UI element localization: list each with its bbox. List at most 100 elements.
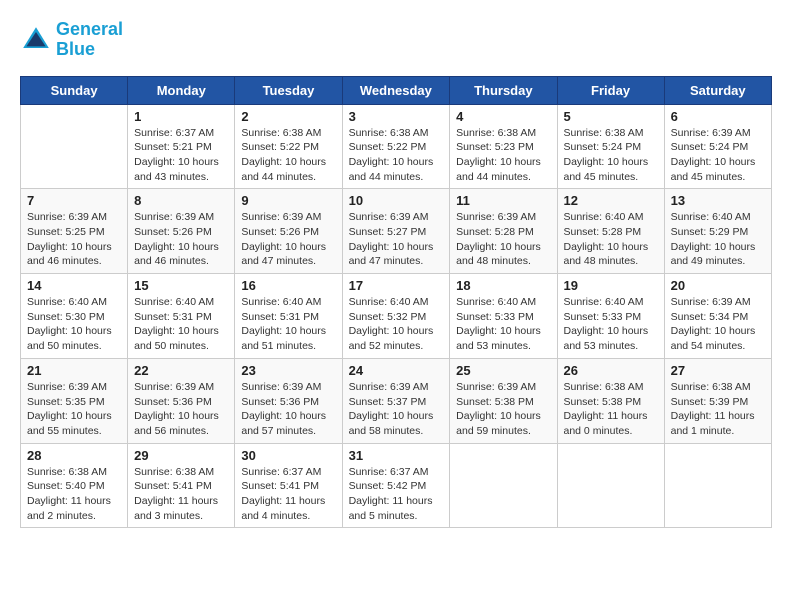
sunset-value: 5:39 PM (709, 396, 748, 408)
day-number: 25 (456, 363, 550, 378)
daylight-label: Daylight: (134, 156, 178, 168)
sunrise-label: Sunrise: (27, 466, 68, 478)
calendar-cell: 12 Sunrise: 6:40 AM Sunset: 5:28 PM Dayl… (557, 189, 664, 274)
sunset-value: 5:34 PM (709, 311, 748, 323)
calendar-cell: 17 Sunrise: 6:40 AM Sunset: 5:32 PM Dayl… (342, 274, 450, 359)
header-cell-tuesday: Tuesday (235, 76, 342, 104)
sunset-value: 5:42 PM (387, 480, 426, 492)
daylight-label: Daylight: (456, 241, 500, 253)
sunset-label: Sunset: (456, 396, 495, 408)
calendar-row: 28 Sunrise: 6:38 AM Sunset: 5:40 PM Dayl… (21, 443, 772, 528)
sunset-value: 5:33 PM (602, 311, 641, 323)
sunrise-value: 6:40 AM (605, 296, 644, 308)
sunset-value: 5:23 PM (495, 141, 534, 153)
sunset-value: 5:21 PM (173, 141, 212, 153)
header-cell-thursday: Thursday (450, 76, 557, 104)
day-info: Sunrise: 6:40 AM Sunset: 5:31 PM Dayligh… (134, 295, 228, 354)
sunset-label: Sunset: (241, 226, 280, 238)
calendar-cell: 25 Sunrise: 6:39 AM Sunset: 5:38 PM Dayl… (450, 358, 557, 443)
sunrise-label: Sunrise: (241, 296, 282, 308)
calendar-cell: 5 Sunrise: 6:38 AM Sunset: 5:24 PM Dayli… (557, 104, 664, 189)
calendar-cell: 28 Sunrise: 6:38 AM Sunset: 5:40 PM Dayl… (21, 443, 128, 528)
sunrise-value: 6:40 AM (605, 211, 644, 223)
calendar-cell: 13 Sunrise: 6:40 AM Sunset: 5:29 PM Dayl… (664, 189, 771, 274)
sunset-value: 5:29 PM (709, 226, 748, 238)
daylight-label: Daylight: (671, 325, 715, 337)
sunrise-value: 6:39 AM (498, 211, 537, 223)
daylight-label: Daylight: (241, 325, 285, 337)
sunrise-value: 6:38 AM (176, 466, 215, 478)
sunrise-label: Sunrise: (671, 381, 712, 393)
sunrise-value: 6:40 AM (68, 296, 107, 308)
daylight-label: Daylight: (456, 156, 500, 168)
sunset-value: 5:27 PM (387, 226, 426, 238)
calendar-cell: 14 Sunrise: 6:40 AM Sunset: 5:30 PM Dayl… (21, 274, 128, 359)
sunset-value: 5:26 PM (280, 226, 319, 238)
day-info: Sunrise: 6:38 AM Sunset: 5:22 PM Dayligh… (349, 126, 444, 185)
sunset-label: Sunset: (564, 311, 603, 323)
calendar-header: SundayMondayTuesdayWednesdayThursdayFrid… (21, 76, 772, 104)
calendar-cell (450, 443, 557, 528)
sunrise-label: Sunrise: (456, 211, 497, 223)
daylight-label: Daylight: (349, 241, 393, 253)
day-info: Sunrise: 6:39 AM Sunset: 5:25 PM Dayligh… (27, 210, 121, 269)
sunrise-value: 6:39 AM (498, 381, 537, 393)
day-number: 30 (241, 448, 335, 463)
day-number: 10 (349, 193, 444, 208)
day-number: 18 (456, 278, 550, 293)
sunset-label: Sunset: (456, 141, 495, 153)
day-number: 31 (349, 448, 444, 463)
sunset-value: 5:37 PM (387, 396, 426, 408)
calendar-cell: 4 Sunrise: 6:38 AM Sunset: 5:23 PM Dayli… (450, 104, 557, 189)
day-info: Sunrise: 6:39 AM Sunset: 5:35 PM Dayligh… (27, 380, 121, 439)
sunrise-label: Sunrise: (134, 211, 175, 223)
day-number: 8 (134, 193, 228, 208)
calendar-row: 21 Sunrise: 6:39 AM Sunset: 5:35 PM Dayl… (21, 358, 772, 443)
sunrise-label: Sunrise: (134, 381, 175, 393)
daylight-label: Daylight: (349, 410, 393, 422)
sunrise-value: 6:38 AM (605, 127, 644, 139)
calendar-cell: 27 Sunrise: 6:38 AM Sunset: 5:39 PM Dayl… (664, 358, 771, 443)
header-row: SundayMondayTuesdayWednesdayThursdayFrid… (21, 76, 772, 104)
sunrise-label: Sunrise: (671, 296, 712, 308)
day-number: 21 (27, 363, 121, 378)
day-number: 28 (27, 448, 121, 463)
day-number: 2 (241, 109, 335, 124)
day-info: Sunrise: 6:39 AM Sunset: 5:27 PM Dayligh… (349, 210, 444, 269)
day-number: 13 (671, 193, 765, 208)
calendar-cell: 3 Sunrise: 6:38 AM Sunset: 5:22 PM Dayli… (342, 104, 450, 189)
day-info: Sunrise: 6:40 AM Sunset: 5:31 PM Dayligh… (241, 295, 335, 354)
sunset-value: 5:38 PM (495, 396, 534, 408)
sunset-label: Sunset: (134, 396, 173, 408)
sunrise-value: 6:39 AM (68, 211, 107, 223)
day-number: 6 (671, 109, 765, 124)
daylight-label: Daylight: (671, 241, 715, 253)
calendar-cell: 6 Sunrise: 6:39 AM Sunset: 5:24 PM Dayli… (664, 104, 771, 189)
day-info: Sunrise: 6:39 AM Sunset: 5:37 PM Dayligh… (349, 380, 444, 439)
sunset-label: Sunset: (241, 141, 280, 153)
sunrise-value: 6:40 AM (176, 296, 215, 308)
sunrise-value: 6:38 AM (712, 381, 751, 393)
sunrise-label: Sunrise: (456, 127, 497, 139)
calendar-cell: 8 Sunrise: 6:39 AM Sunset: 5:26 PM Dayli… (128, 189, 235, 274)
daylight-label: Daylight: (27, 325, 71, 337)
sunset-value: 5:35 PM (66, 396, 105, 408)
calendar-cell: 18 Sunrise: 6:40 AM Sunset: 5:33 PM Dayl… (450, 274, 557, 359)
day-info: Sunrise: 6:38 AM Sunset: 5:39 PM Dayligh… (671, 380, 765, 439)
sunset-label: Sunset: (456, 226, 495, 238)
sunset-label: Sunset: (671, 396, 710, 408)
sunrise-label: Sunrise: (456, 296, 497, 308)
calendar-cell: 15 Sunrise: 6:40 AM Sunset: 5:31 PM Dayl… (128, 274, 235, 359)
day-number: 12 (564, 193, 658, 208)
day-info: Sunrise: 6:40 AM Sunset: 5:32 PM Dayligh… (349, 295, 444, 354)
sunrise-label: Sunrise: (27, 381, 68, 393)
sunrise-value: 6:39 AM (283, 381, 322, 393)
daylight-label: Daylight: (671, 156, 715, 168)
sunrise-value: 6:39 AM (176, 211, 215, 223)
day-info: Sunrise: 6:37 AM Sunset: 5:42 PM Dayligh… (349, 465, 444, 524)
daylight-label: Daylight: (134, 241, 178, 253)
sunrise-value: 6:38 AM (68, 466, 107, 478)
sunset-value: 5:22 PM (280, 141, 319, 153)
sunset-value: 5:22 PM (387, 141, 426, 153)
sunrise-value: 6:40 AM (712, 211, 751, 223)
